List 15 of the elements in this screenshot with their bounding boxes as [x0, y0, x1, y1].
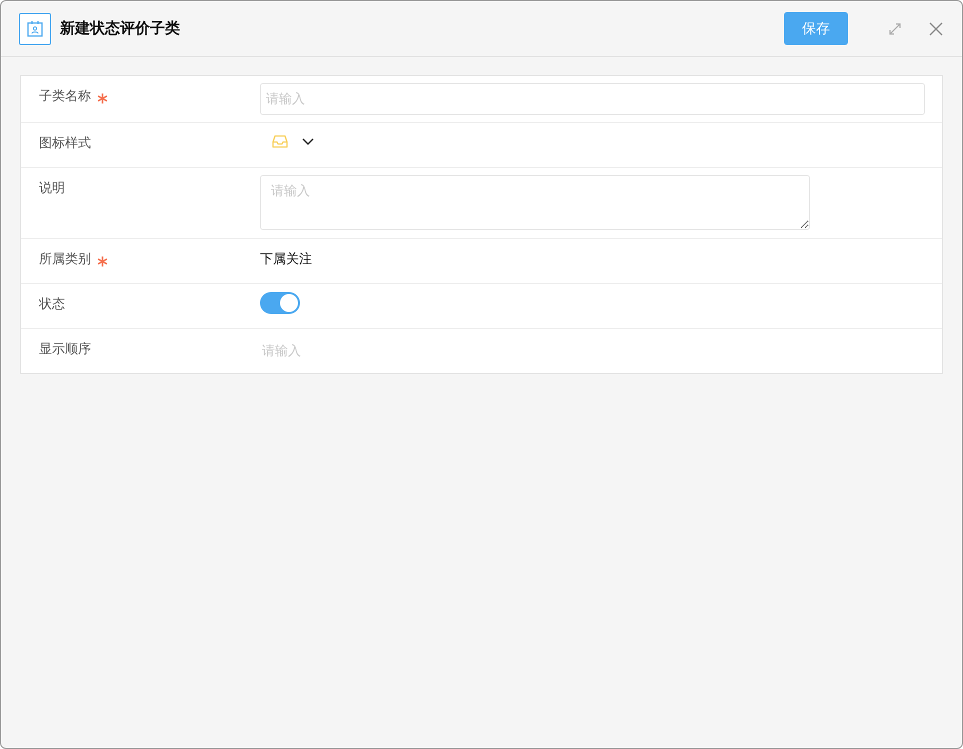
- window-title: 新建状态评价子类: [60, 19, 181, 38]
- field-label: 状态: [39, 296, 65, 314]
- field-value: 下属关注: [260, 251, 312, 269]
- field-label: 显示顺序: [39, 341, 91, 359]
- chevron-down-icon: [302, 138, 314, 146]
- maximize-icon[interactable]: [887, 20, 903, 36]
- toggle-switch[interactable]: [260, 292, 300, 314]
- save-button[interactable]: 保存: [784, 12, 848, 45]
- inbox-icon: [272, 135, 288, 148]
- field-label: 子类名称: [39, 88, 91, 106]
- field-label: 说明: [39, 180, 65, 198]
- field-label: 图标样式: [39, 135, 91, 153]
- field-label: 所属类别: [39, 251, 91, 269]
- calendar-person-icon: [19, 12, 51, 44]
- close-icon[interactable]: [928, 20, 944, 36]
